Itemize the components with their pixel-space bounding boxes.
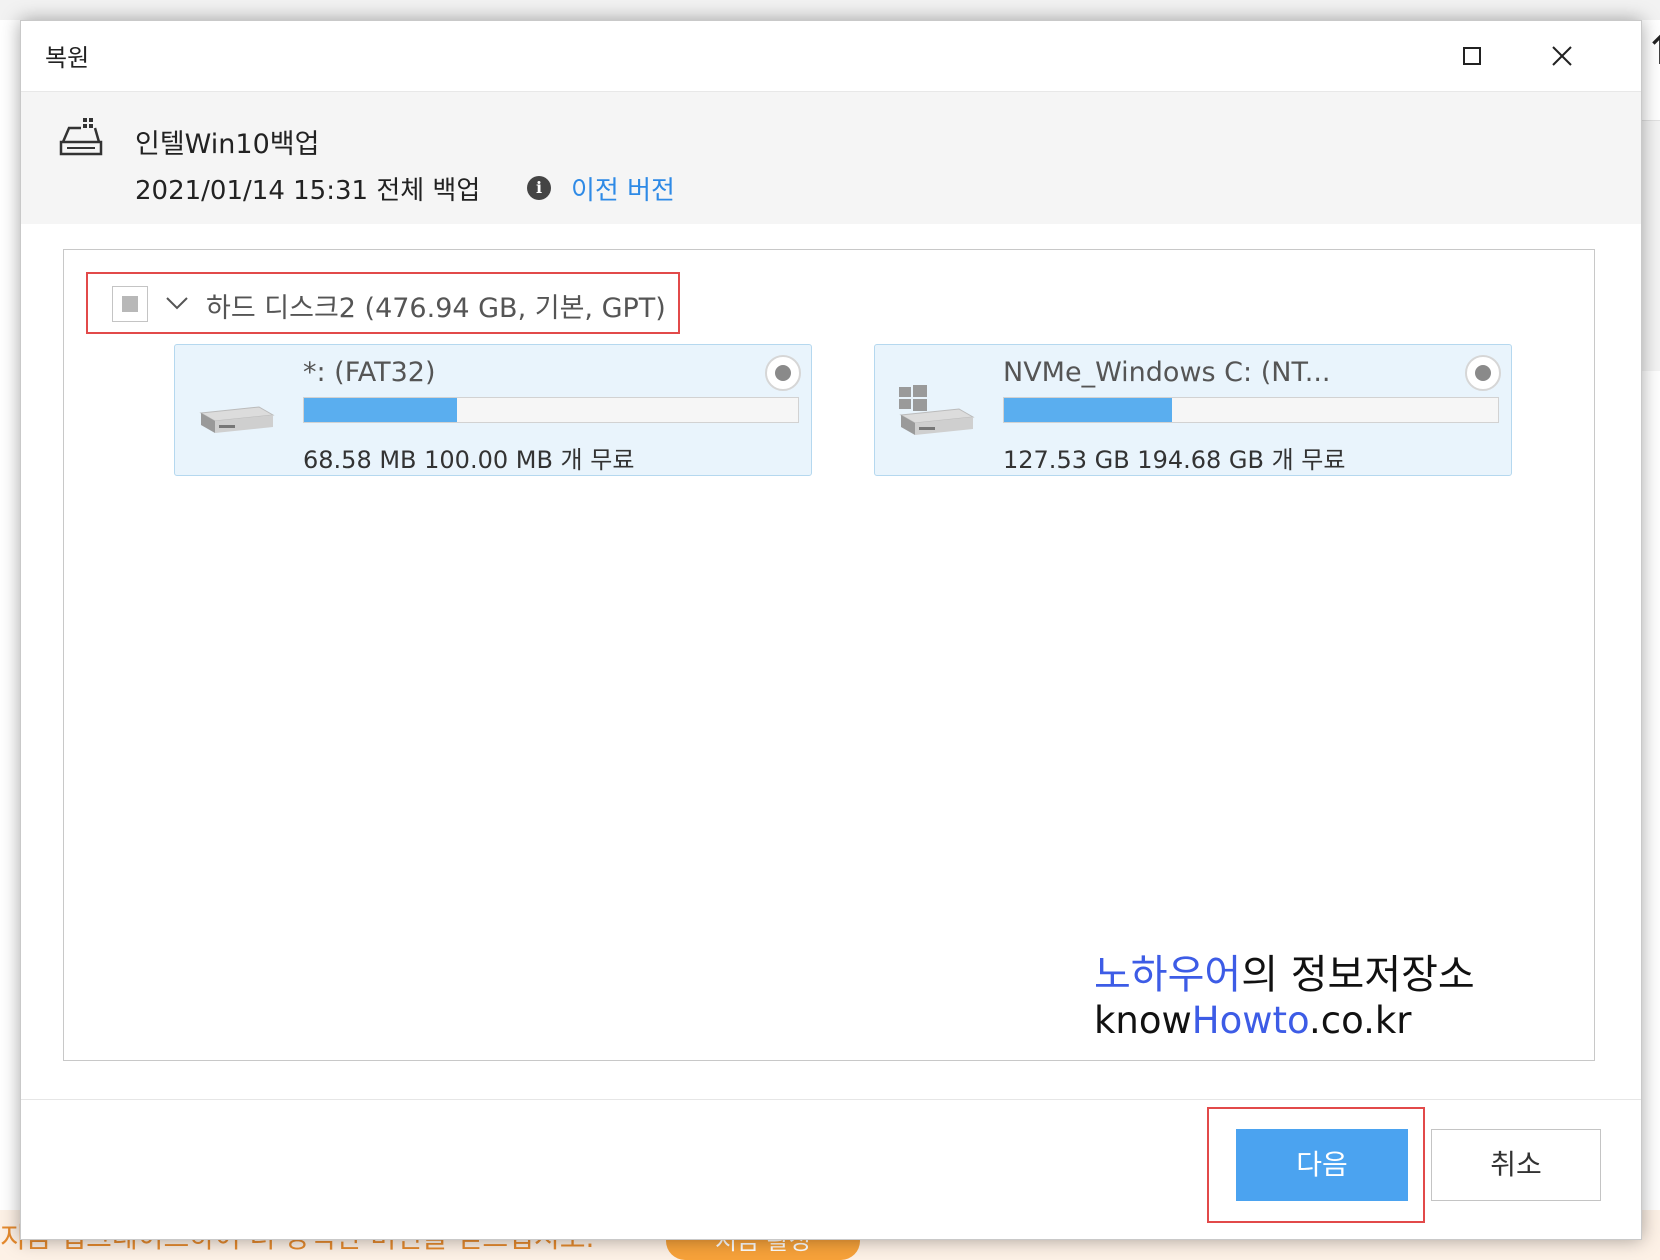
partition-radio[interactable] bbox=[765, 355, 801, 391]
partition-usage-fill bbox=[1004, 398, 1172, 422]
watermark-highlight: Howto bbox=[1191, 999, 1309, 1042]
partition-size: 127.53 GB 194.68 GB 개 무료 bbox=[1003, 446, 1346, 474]
checkbox-partial-mark bbox=[122, 296, 138, 312]
backup-name: 인텔Win10백업 bbox=[135, 129, 320, 160]
footer-divider bbox=[21, 1099, 1641, 1100]
watermark-text: know bbox=[1094, 999, 1192, 1042]
partition-usage-bar bbox=[303, 397, 799, 423]
chevron-down-icon[interactable] bbox=[164, 290, 190, 316]
dialog-title: 복원 bbox=[45, 44, 90, 72]
partition-card-fat32[interactable]: *: (FAT32) 68.58 MB 100.00 MB 개 무료 bbox=[174, 344, 812, 476]
restore-dialog: 복원 인텔Win10백업 2021/01/14 15:31 전체 백업 i 이전… bbox=[20, 20, 1642, 1240]
partition-card-windows-c[interactable]: NVMe_Windows C: (NT... 127.53 GB 194.68 … bbox=[874, 344, 1512, 476]
dialog-titlebar: 복원 bbox=[21, 21, 1641, 91]
radio-dot bbox=[1475, 365, 1491, 381]
drive-icon bbox=[199, 406, 275, 433]
backup-date-type: 2021/01/14 15:31 전체 백업 bbox=[135, 176, 481, 206]
maximize-icon bbox=[1463, 47, 1481, 65]
cancel-button[interactable]: 취소 bbox=[1431, 1129, 1601, 1201]
watermark-line-1: 노하우어의 정보저장소 bbox=[1094, 952, 1475, 998]
background-app-panel bbox=[1640, 120, 1660, 371]
partition-usage-fill bbox=[304, 398, 458, 422]
partition-radio[interactable] bbox=[1465, 355, 1501, 391]
watermark-line-2: knowHowto.co.kr bbox=[1094, 998, 1475, 1044]
watermark-text: .co.kr bbox=[1309, 999, 1412, 1042]
partition-name: *: (FAT32) bbox=[303, 357, 436, 388]
close-icon bbox=[1552, 46, 1572, 66]
disk-label: 하드 디스크2 (476.94 GB, 기본, GPT) bbox=[206, 293, 666, 324]
background-sort-icon: ↑ bbox=[1644, 28, 1660, 74]
partition-usage-bar bbox=[1003, 397, 1499, 423]
partition-name: NVMe_Windows C: (NT... bbox=[1003, 357, 1331, 388]
maximize-button[interactable] bbox=[1457, 41, 1487, 71]
watermark-text: 의 정보저장소 bbox=[1241, 952, 1475, 998]
partition-size: 68.58 MB 100.00 MB 개 무료 bbox=[303, 446, 635, 474]
windows-drive-icon bbox=[899, 385, 975, 435]
watermark-highlight: 노하우어 bbox=[1094, 952, 1242, 998]
radio-dot bbox=[775, 365, 791, 381]
disk-header: 하드 디스크2 (476.94 GB, 기본, GPT) bbox=[86, 272, 680, 334]
info-icon: i bbox=[527, 176, 551, 200]
background-app-top bbox=[0, 0, 1660, 20]
partition-selection-area: 하드 디스크2 (476.94 GB, 기본, GPT) *: (FAT32) … bbox=[63, 249, 1595, 1061]
backup-info-header: 인텔Win10백업 2021/01/14 15:31 전체 백업 i 이전 버전 bbox=[21, 91, 1641, 224]
previous-version-link[interactable]: 이전 버전 bbox=[571, 170, 675, 207]
next-button[interactable]: 다음 bbox=[1236, 1129, 1408, 1201]
site-watermark: 노하우어의 정보저장소 knowHowto.co.kr bbox=[1094, 952, 1475, 1044]
close-button[interactable] bbox=[1547, 41, 1577, 71]
disk-checkbox[interactable] bbox=[112, 286, 148, 322]
backup-drive-icon bbox=[59, 118, 103, 156]
